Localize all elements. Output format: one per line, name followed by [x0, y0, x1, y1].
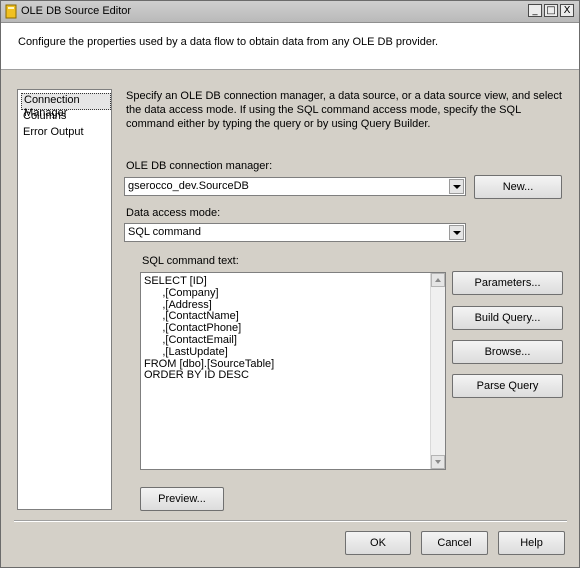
- title-bar[interactable]: OLE DB Source Editor _ □ X: [1, 1, 579, 23]
- footer-separator: [14, 520, 567, 522]
- parse-query-button[interactable]: Parse Query: [452, 374, 563, 398]
- ok-button[interactable]: OK: [345, 531, 411, 555]
- parameters-button[interactable]: Parameters...: [452, 271, 563, 295]
- cancel-button[interactable]: Cancel: [421, 531, 488, 555]
- connection-manager-dropdown[interactable]: gserocco_dev.SourceDB: [124, 177, 466, 196]
- header-panel: Configure the properties used by a data …: [1, 23, 579, 70]
- nav-item-error-output[interactable]: Error Output: [21, 125, 86, 140]
- help-button[interactable]: Help: [498, 531, 565, 555]
- scroll-up-icon[interactable]: [431, 273, 445, 287]
- close-button[interactable]: X: [560, 4, 574, 17]
- minimize-button[interactable]: _: [528, 4, 542, 17]
- new-connection-button[interactable]: New...: [474, 175, 562, 199]
- data-access-mode-value: SQL command: [128, 226, 201, 238]
- scroll-down-icon[interactable]: [431, 455, 445, 469]
- chevron-down-icon[interactable]: [449, 225, 464, 240]
- connection-manager-value: gserocco_dev.SourceDB: [128, 180, 249, 192]
- page-nav-list: Connection Manager Columns Error Output: [17, 89, 112, 510]
- nav-item-columns[interactable]: Columns: [21, 109, 68, 124]
- window-title: OLE DB Source Editor: [21, 5, 132, 17]
- connection-manager-label: OLE DB connection manager:: [126, 160, 273, 172]
- sql-command-textarea[interactable]: SELECT [ID] ,[Company] ,[Address] ,[Cont…: [140, 272, 446, 470]
- header-description: Configure the properties used by a data …: [18, 36, 439, 48]
- build-query-button[interactable]: Build Query...: [452, 306, 563, 330]
- sql-command-label: SQL command text:: [142, 255, 239, 267]
- preview-button[interactable]: Preview...: [140, 487, 224, 511]
- main-description: Specify an OLE DB connection manager, a …: [126, 90, 562, 130]
- ole-db-source-editor-window: OLE DB Source Editor _ □ X Configure the…: [0, 0, 580, 568]
- sql-vertical-scrollbar[interactable]: [430, 273, 445, 469]
- nav-item-connection-manager[interactable]: Connection Manager: [21, 93, 111, 119]
- data-access-mode-dropdown[interactable]: SQL command: [124, 223, 466, 242]
- chevron-down-icon[interactable]: [449, 179, 464, 194]
- sql-command-text[interactable]: SELECT [ID] ,[Company] ,[Address] ,[Cont…: [144, 275, 274, 382]
- ssis-source-icon: [5, 4, 17, 19]
- maximize-button[interactable]: □: [544, 4, 558, 17]
- browse-button[interactable]: Browse...: [452, 340, 563, 364]
- data-access-mode-label: Data access mode:: [126, 207, 221, 219]
